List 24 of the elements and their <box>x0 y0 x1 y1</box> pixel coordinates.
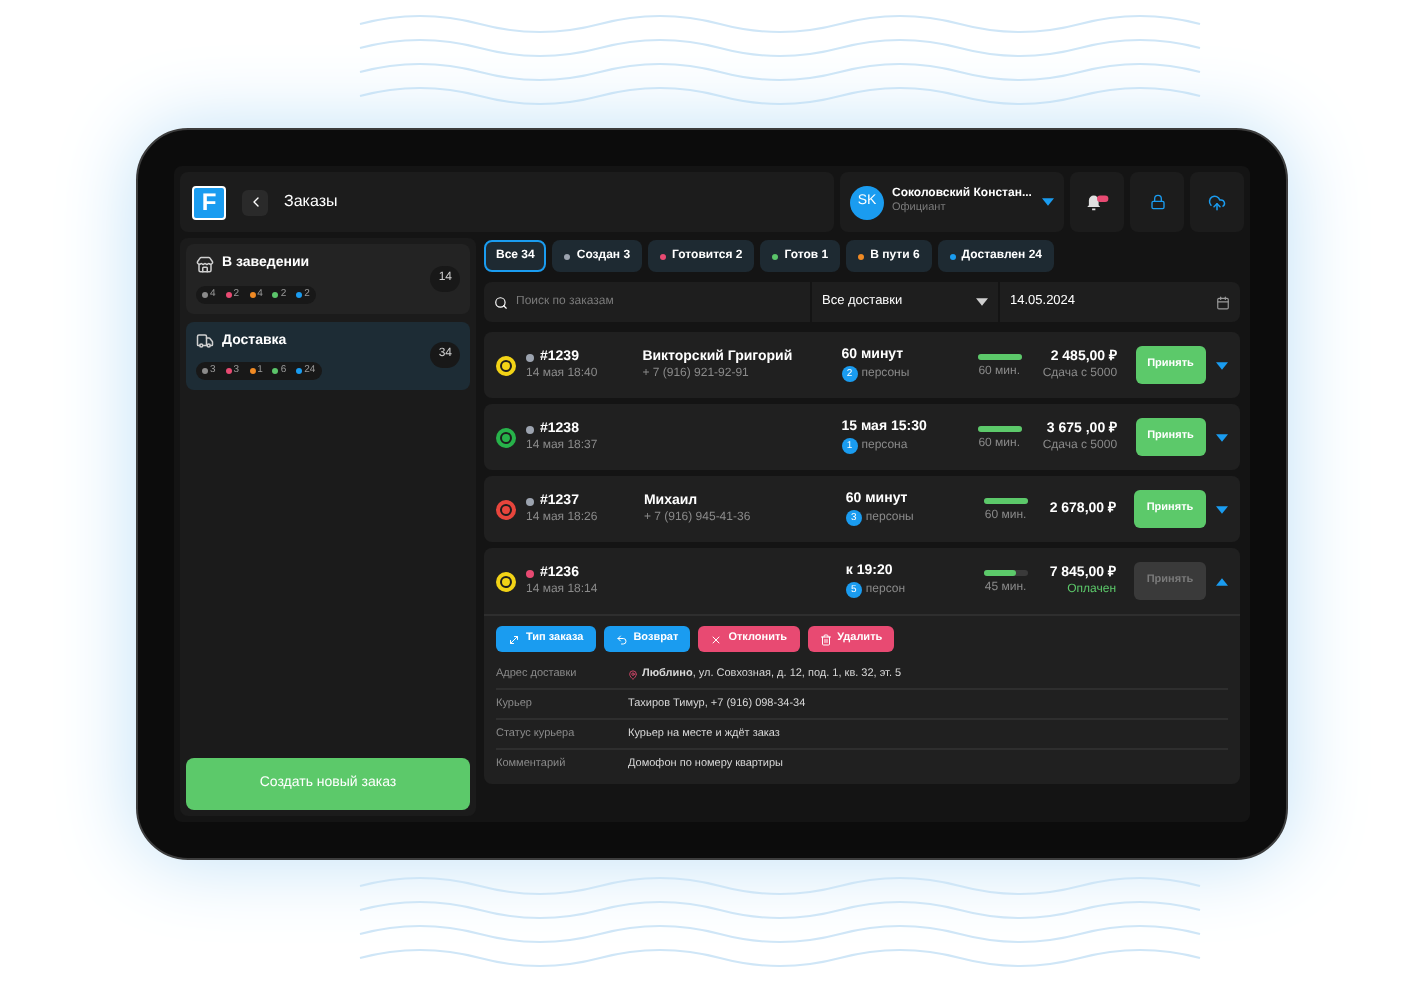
expand-caret-icon[interactable] <box>1215 577 1228 585</box>
bell-icon <box>1084 192 1110 212</box>
page-title: Заказы <box>284 190 338 214</box>
store-icon <box>196 255 214 274</box>
dropdown-caret-icon[interactable] <box>1042 198 1054 206</box>
dropdown-caret-icon[interactable] <box>976 298 988 306</box>
search-icon <box>494 295 508 309</box>
cloud-sync-button[interactable] <box>1190 172 1244 232</box>
resize-icon <box>508 633 520 645</box>
back-button[interactable] <box>242 189 268 215</box>
app-logo: F <box>192 185 226 219</box>
expand-caret-icon[interactable] <box>1215 505 1228 513</box>
cloud-upload-icon <box>1208 193 1226 211</box>
close-icon <box>710 633 723 645</box>
undo-icon <box>615 633 628 645</box>
order-card[interactable] <box>484 548 1240 784</box>
lock-icon <box>1149 194 1165 210</box>
truck-icon <box>196 332 214 351</box>
expand-caret-icon[interactable] <box>1215 433 1228 441</box>
map-pin-icon <box>628 669 638 679</box>
trash-icon <box>819 633 832 645</box>
notifications-button[interactable] <box>1070 172 1124 232</box>
calendar-icon <box>1216 295 1230 309</box>
expand-caret-icon[interactable] <box>1215 361 1228 369</box>
